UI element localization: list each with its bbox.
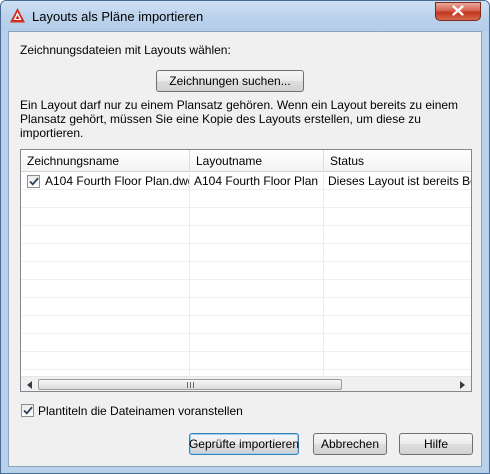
empty-row bbox=[21, 317, 471, 334]
browse-drawings-button[interactable]: Zeichnungen suchen... bbox=[156, 70, 304, 92]
title-bar[interactable]: Layouts als Pläne importieren bbox=[1, 1, 489, 31]
column-header-drawing[interactable]: Zeichnungsname bbox=[21, 150, 190, 172]
dialog-window: Layouts als Pläne importieren Zeichnungs… bbox=[0, 0, 490, 474]
prefix-checkbox[interactable] bbox=[21, 404, 34, 417]
empty-row bbox=[21, 227, 471, 244]
scroll-left-icon bbox=[27, 380, 32, 389]
checkmark-icon bbox=[22, 406, 33, 415]
empty-row bbox=[21, 299, 471, 316]
help-button[interactable]: Hilfe bbox=[399, 433, 473, 455]
table-header: Zeichnungsname Layoutname Status bbox=[21, 150, 471, 172]
empty-row bbox=[21, 263, 471, 280]
layouts-table[interactable]: Zeichnungsname Layoutname Status A104 Fo… bbox=[20, 149, 472, 392]
close-button[interactable] bbox=[435, 2, 481, 21]
empty-row bbox=[21, 335, 471, 352]
scroll-right-icon bbox=[460, 380, 465, 389]
empty-row bbox=[21, 191, 471, 208]
table-row[interactable]: A104 Fourth Floor Plan.dwg A104 Fourth F… bbox=[21, 173, 471, 190]
cancel-button[interactable]: Abbrechen bbox=[313, 433, 387, 455]
window-title: Layouts als Pläne importieren bbox=[32, 9, 204, 24]
dialog-content: Zeichnungsdateien mit Layouts wählen: Ze… bbox=[8, 31, 482, 467]
empty-row bbox=[21, 353, 471, 370]
row-checkbox[interactable] bbox=[27, 175, 40, 188]
autocad-icon[interactable] bbox=[9, 7, 26, 24]
column-header-layout[interactable]: Layoutname bbox=[190, 150, 324, 172]
drawing-name-cell: A104 Fourth Floor Plan.dwg bbox=[45, 174, 190, 188]
column-divider bbox=[323, 173, 324, 376]
column-header-status[interactable]: Status bbox=[324, 150, 471, 172]
empty-row bbox=[21, 281, 471, 298]
grip-icon bbox=[186, 381, 194, 388]
column-divider bbox=[189, 173, 190, 376]
info-text: Ein Layout darf nur zu einem Plansatz ge… bbox=[20, 98, 459, 140]
import-checked-button[interactable]: Geprüfte importieren bbox=[189, 433, 299, 455]
close-icon bbox=[452, 4, 464, 19]
checkmark-icon bbox=[28, 177, 39, 186]
empty-row bbox=[21, 209, 471, 226]
select-drawings-label: Zeichnungsdateien mit Layouts wählen: bbox=[20, 43, 231, 57]
empty-row bbox=[21, 245, 471, 262]
scroll-thumb[interactable] bbox=[38, 379, 342, 390]
horizontal-scrollbar[interactable] bbox=[21, 376, 471, 391]
prefix-label[interactable]: Plantiteln die Dateinamen voranstellen bbox=[38, 404, 243, 418]
scroll-left-button[interactable] bbox=[21, 377, 38, 391]
scroll-right-button[interactable] bbox=[454, 377, 471, 391]
status-cell: Dieses Layout ist bereits Besta bbox=[328, 174, 471, 188]
layout-name-cell: A104 Fourth Floor Plan bbox=[194, 174, 319, 188]
